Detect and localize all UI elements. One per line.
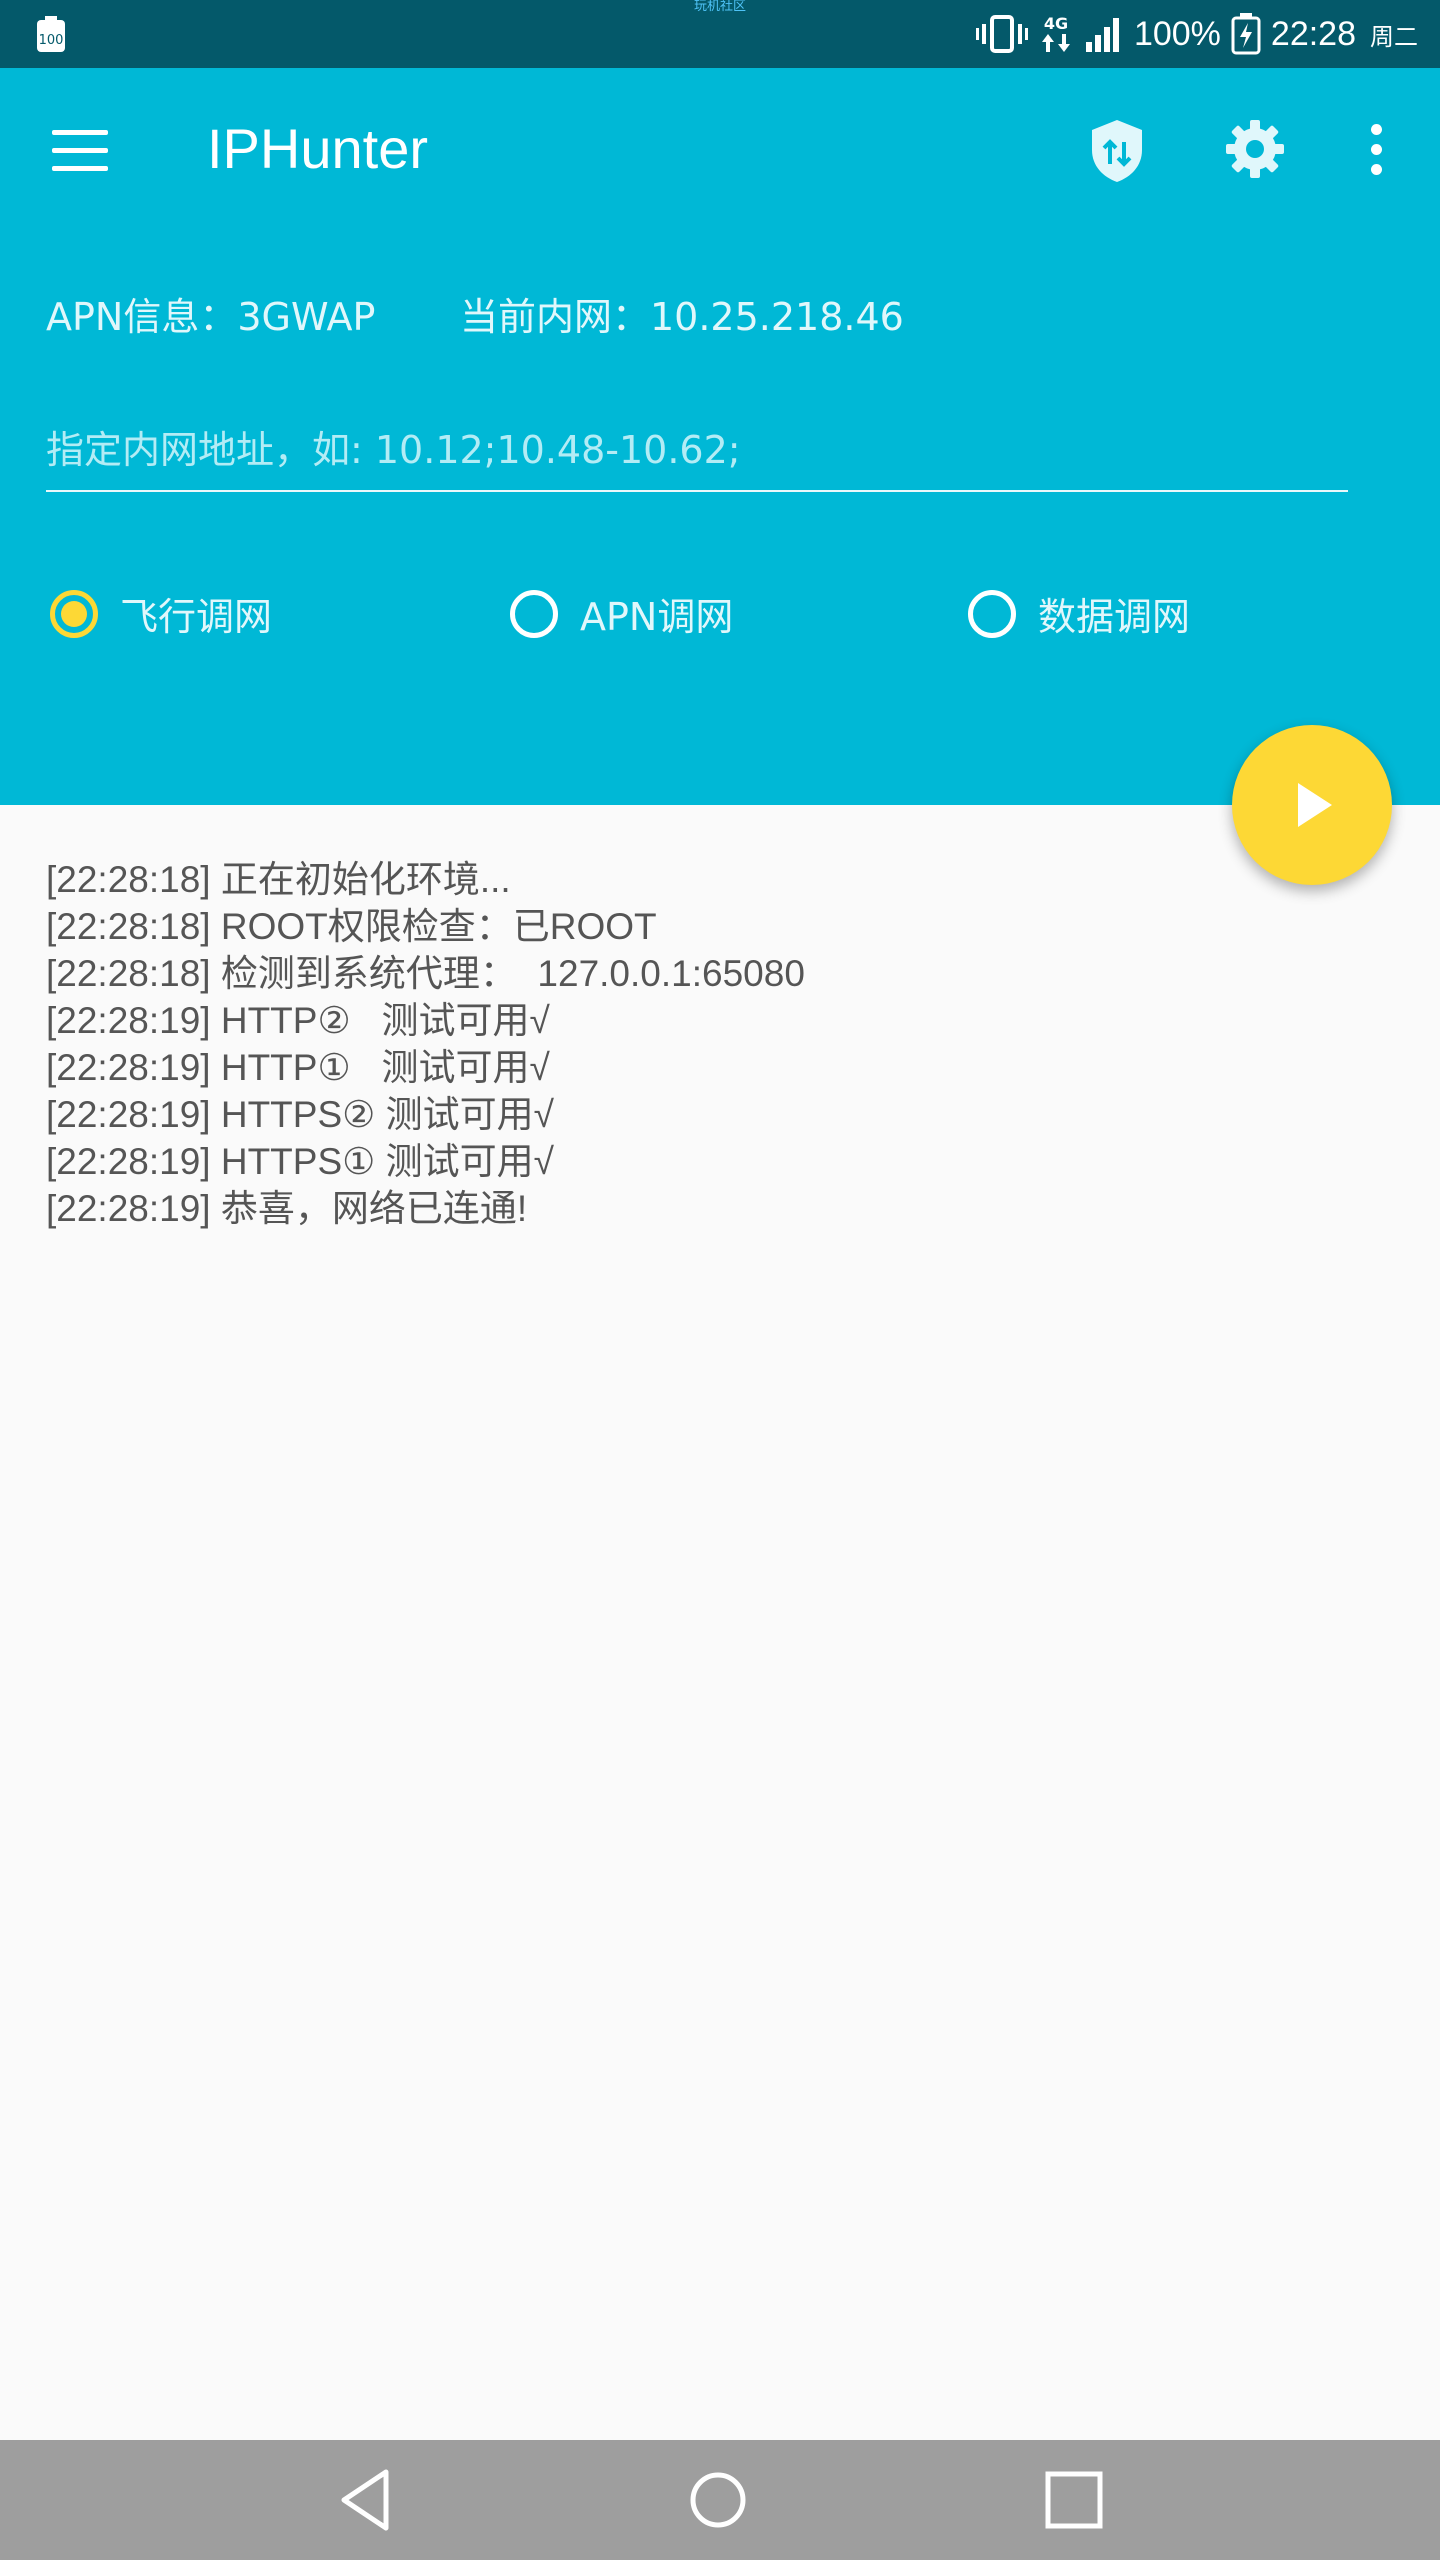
log-line: [22:28:19] HTTPS① 测试可用√: [46, 1141, 554, 1182]
clock: 22:28: [1270, 14, 1356, 53]
log-line: [22:28:18] ROOT权限检查：已ROOT: [46, 906, 657, 947]
radio-circle: [50, 589, 98, 638]
svg-text:100: 100: [39, 33, 64, 48]
log-line: [22:28:19] HTTP② 测试可用√: [46, 1000, 550, 1041]
svg-text:4G: 4G: [1044, 14, 1068, 33]
status-bar: 100 玩机社区 4G 100% 22:28 周二: [0, 0, 1440, 68]
battery-charging-icon: [1231, 13, 1261, 55]
log-line: [22:28:18] 检测到系统代理： 127.0.0.1:65080: [46, 953, 805, 994]
log-line: [22:28:19] 恭喜，网络已连通!: [46, 1188, 528, 1229]
battery-percent: 100%: [1133, 14, 1221, 53]
more-options-icon[interactable]: [1362, 124, 1390, 176]
radio-airplane-mode[interactable]: 飞行调网: [50, 586, 272, 641]
log-line: [22:28:18] 正在初始化环境...: [46, 859, 511, 900]
log-line: [22:28:19] HTTPS② 测试可用√: [46, 1094, 554, 1135]
weekday: 周二: [1370, 22, 1418, 51]
radio-circle: [510, 589, 558, 638]
settings-gear-icon[interactable]: [1224, 118, 1286, 180]
home-icon[interactable]: [680, 2462, 756, 2538]
back-icon[interactable]: [330, 2462, 406, 2538]
radio-data-mode[interactable]: 数据调网: [968, 586, 1190, 641]
vpn-shield-icon[interactable]: [1088, 118, 1146, 184]
menu-icon[interactable]: [52, 130, 108, 172]
current-ip: 当前内网：10.25.218.46: [460, 295, 904, 339]
radio-circle: [968, 589, 1016, 638]
apn-info: APN信息：3GWAP: [46, 295, 376, 339]
radio-label: 飞行调网: [120, 595, 273, 639]
vibrate-icon: [975, 15, 1028, 53]
address-range-input[interactable]: [46, 410, 1348, 492]
play-icon: [1298, 783, 1332, 827]
radio-label: APN调网: [580, 595, 734, 639]
battery-saver-icon: 100: [37, 16, 65, 52]
log-output: [22:28:18] 正在初始化环境... [22:28:18] ROOT权限检…: [46, 856, 1386, 1232]
radio-label: 数据调网: [1038, 595, 1191, 639]
mobile-data-icon: 4G: [1041, 14, 1070, 52]
app-title: IPHunter: [207, 117, 428, 180]
radio-apn-mode[interactable]: APN调网: [510, 586, 733, 641]
navigation-bar: [0, 2440, 1440, 2560]
signal-icon: [1085, 18, 1119, 52]
recent-apps-icon[interactable]: [1036, 2462, 1112, 2538]
log-line: [22:28:19] HTTP① 测试可用√: [46, 1047, 550, 1088]
